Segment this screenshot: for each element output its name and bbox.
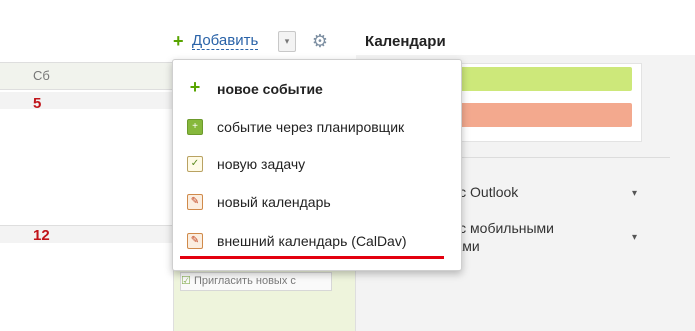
chevron-down-icon[interactable]: ▾ <box>632 232 637 243</box>
menu-item-label: новое событие <box>217 81 323 97</box>
add-dropdown-toggle[interactable]: ▾ <box>278 31 296 52</box>
external-calendar-icon: ✎ <box>187 233 203 249</box>
plus-icon: + <box>189 77 201 97</box>
event-icon: ☑ <box>181 275 191 287</box>
date-strip <box>0 226 173 243</box>
task-icon: ✓ <box>187 156 203 172</box>
toolbar: + Добавить ▾ ⚙ Календари <box>0 0 695 62</box>
add-button[interactable]: Добавить <box>192 33 259 50</box>
menu-item-label: событие через планировщик <box>217 119 405 135</box>
day-header-saturday: Сб <box>33 68 50 83</box>
chevron-down-icon[interactable]: ▾ <box>632 188 637 199</box>
menu-item-new-task[interactable]: ✓ новую задачу <box>173 146 461 182</box>
invite-event[interactable]: ☑ Пригласить новых с <box>180 272 332 291</box>
menu-item-new-calendar[interactable]: ✎ новый календарь <box>173 184 461 220</box>
add-plus-icon[interactable]: + <box>173 32 184 50</box>
calendar-icon: ✎ <box>187 194 203 210</box>
planner-icon: + <box>187 119 203 135</box>
date-number[interactable]: 12 <box>33 227 50 244</box>
menu-item-label: внешний календарь (CalDav) <box>217 233 407 249</box>
menu-item-planner-event[interactable]: + событие через планировщик <box>173 109 461 145</box>
menu-item-label: новую задачу <box>217 156 306 172</box>
date-number[interactable]: 5 <box>33 95 41 112</box>
invite-event-label: Пригласить новых с <box>193 275 296 287</box>
sidebar-title: Календари <box>365 33 446 50</box>
menu-item-label: новый календарь <box>217 194 331 210</box>
highlight-underline <box>180 256 444 259</box>
add-dropdown-menu: + новое событие + событие через планиров… <box>172 59 462 271</box>
gear-icon[interactable]: ⚙ <box>310 31 330 51</box>
menu-item-new-event[interactable]: + новое событие <box>173 71 461 107</box>
menu-item-external-calendar[interactable]: ✎ внешний календарь (CalDav) <box>173 223 461 259</box>
date-strip <box>0 92 173 109</box>
